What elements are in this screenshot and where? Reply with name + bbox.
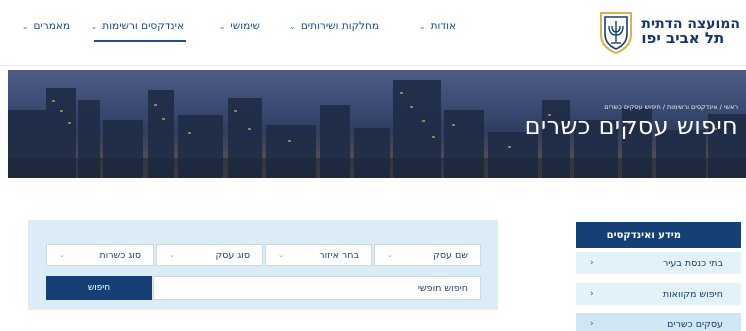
sidebar-item-label: בתי כנסת בעיר xyxy=(662,257,723,269)
nav-item-label: מאמרים xyxy=(33,20,70,32)
nav-item-label: אודות xyxy=(430,20,456,32)
menorah-shield-icon xyxy=(600,12,633,55)
chevron-left-icon: ‹ xyxy=(590,258,594,268)
chevron-down-icon: ⌄ xyxy=(218,21,226,31)
logo-text: המועצה הדתית תל אביב יפו xyxy=(641,17,740,47)
region-select[interactable]: בחר איזור ⌄ xyxy=(265,244,372,266)
hero-banner: ראשי / אינדקסים ורשימות / חיפוש עסקים כש… xyxy=(8,70,746,178)
chevron-down-icon: ⌄ xyxy=(59,251,65,259)
sidebar-item-mikvaot[interactable]: חיפוש מקוואות ‹ xyxy=(576,283,741,306)
chevron-down-icon: ⌄ xyxy=(21,21,29,31)
breadcrumb[interactable]: ראשי / אינדקסים ורשימות / חיפוש עסקים כש… xyxy=(604,103,738,111)
nav-active-underline xyxy=(94,40,186,42)
chevron-down-icon: ⌄ xyxy=(387,251,393,259)
business-type-select[interactable]: סוג עסק ⌄ xyxy=(156,244,263,266)
sidebar-item-label: חיפוש מקוואות xyxy=(662,288,723,300)
chevron-down-icon: ⌄ xyxy=(90,21,98,31)
sidebar-heading: מידע ואינדקסים xyxy=(576,222,741,248)
field-label: סוג כשרות xyxy=(99,249,141,261)
sidebar-item-label: עסקים כשרים xyxy=(667,318,723,330)
chevron-left-icon: ‹ xyxy=(590,319,594,329)
chevron-down-icon: ⌄ xyxy=(169,251,175,259)
sidebar-item-kosher-businesses[interactable]: עסקים כשרים ‹ xyxy=(576,313,741,331)
page-title: חיפוש עסקים כשרים xyxy=(524,112,738,140)
chevron-down-icon: ⌄ xyxy=(289,21,296,31)
chevron-down-icon: ⌄ xyxy=(418,21,426,31)
business-name-field[interactable]: שם עסק ⌄ xyxy=(374,244,481,266)
sidebar-item-synagogues[interactable]: בתי כנסת בעיר ‹ xyxy=(576,252,741,275)
chevron-left-icon: ‹ xyxy=(590,289,594,299)
nav-item-label: שימושי xyxy=(230,20,260,32)
search-button[interactable]: חיפוש xyxy=(46,276,152,300)
chevron-down-icon: ⌄ xyxy=(278,251,284,259)
free-search-input[interactable] xyxy=(153,276,481,300)
site-header: המועצה הדתית תל אביב יפו אודות ⌄ מחלקות … xyxy=(0,0,746,66)
nav-item-indexes[interactable]: אינדקסים ורשימות ⌄ xyxy=(91,20,184,32)
nav-item-useful[interactable]: שימושי ⌄ xyxy=(219,20,260,32)
site-logo[interactable]: המועצה הדתית תל אביב יפו xyxy=(597,8,740,56)
field-label: בחר איזור xyxy=(319,249,359,261)
nav-item-label: אינדקסים ורשימות xyxy=(102,20,184,32)
kashrut-type-select[interactable]: סוג כשרות ⌄ xyxy=(46,244,154,266)
nav-item-departments[interactable]: מחלקות ושירותים ⌄ xyxy=(289,20,379,32)
logo-line-2: תל אביב יפו xyxy=(641,29,725,48)
nav-item-label: מחלקות ושירותים xyxy=(300,20,379,32)
field-label: סוג עסק xyxy=(215,249,250,261)
nav-item-articles[interactable]: מאמרים ⌄ xyxy=(22,20,70,32)
field-label: שם עסק xyxy=(433,249,468,261)
nav-item-about[interactable]: אודות ⌄ xyxy=(419,20,456,32)
